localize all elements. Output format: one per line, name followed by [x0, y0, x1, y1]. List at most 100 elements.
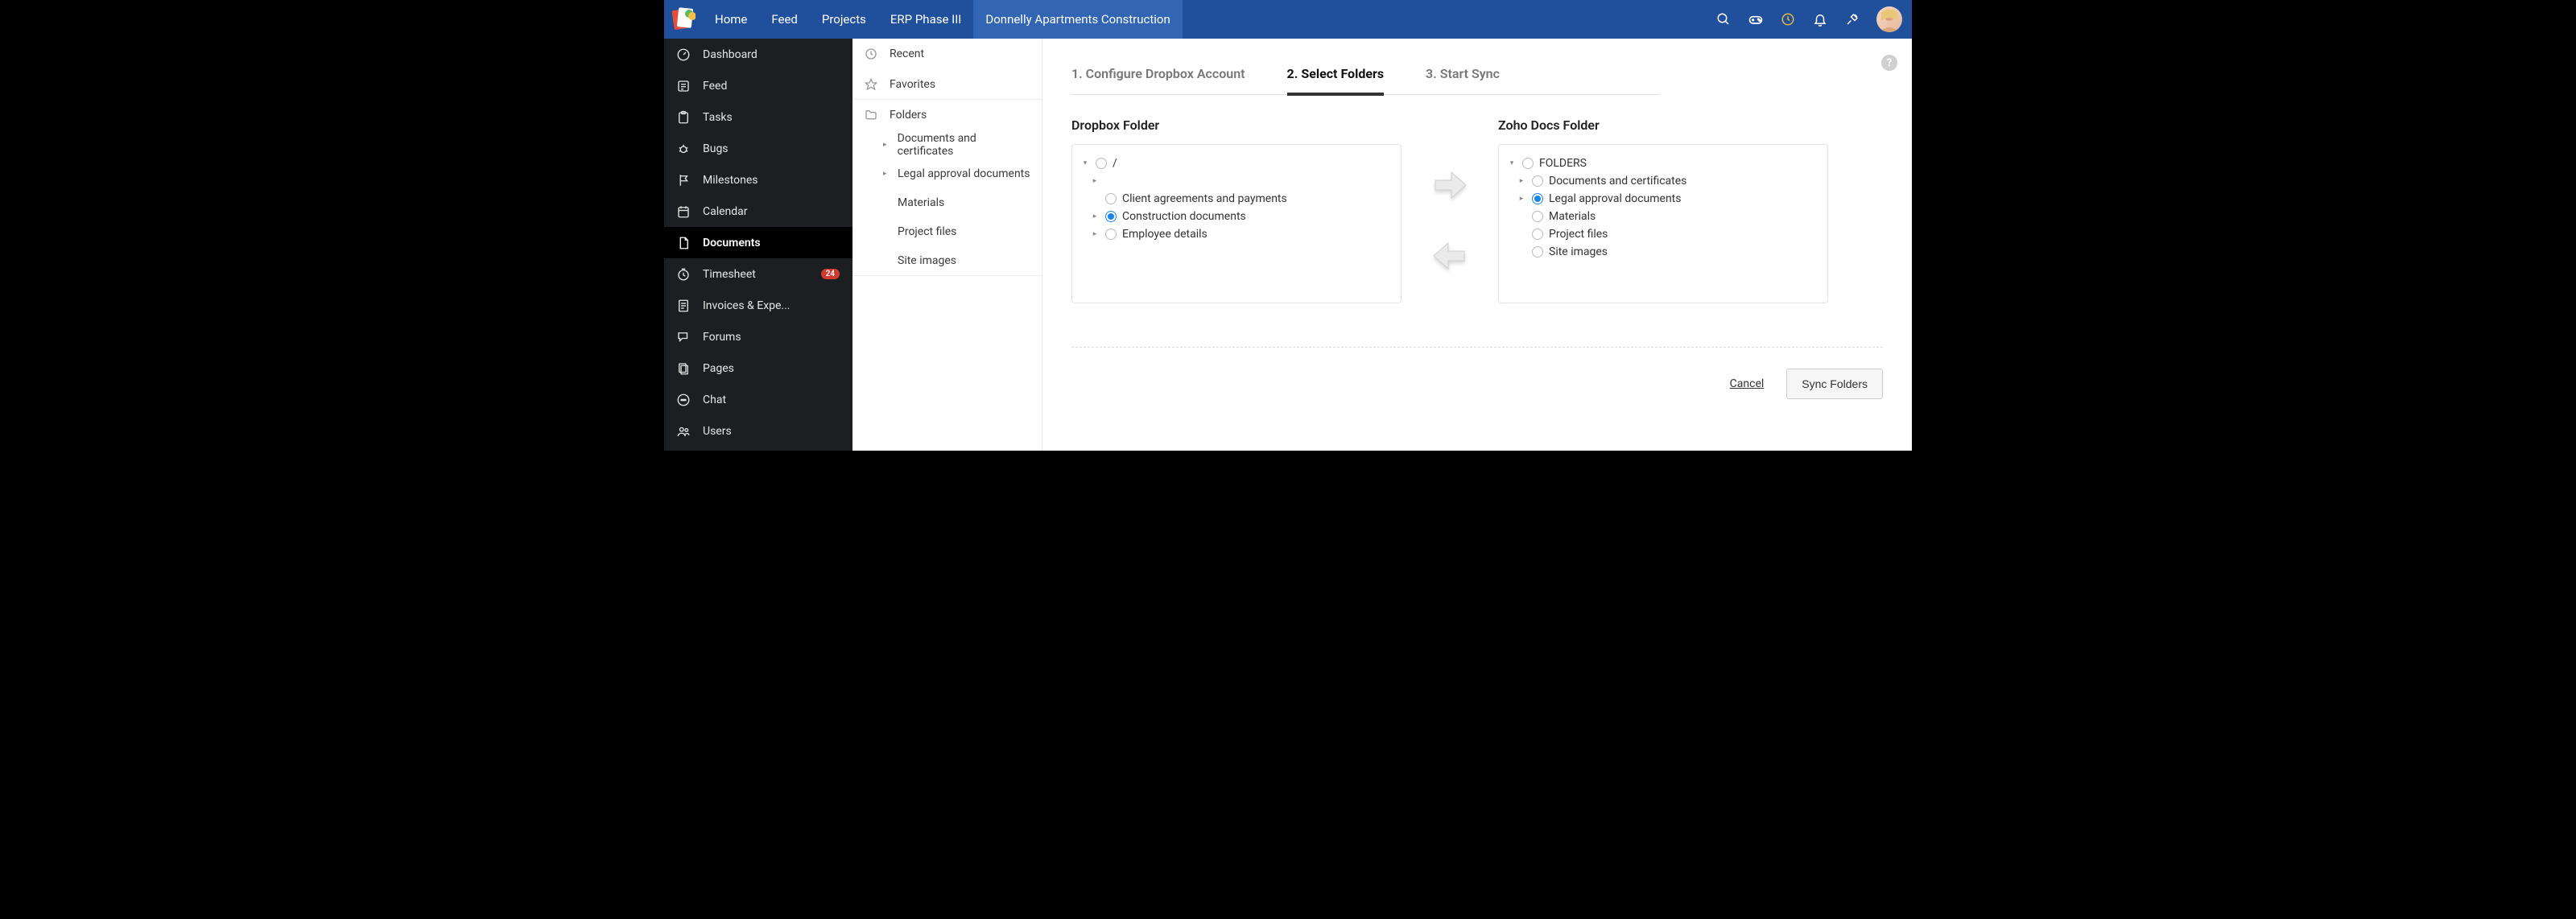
clock-icon [864, 47, 878, 61]
tree-item-label: Employee details [1122, 228, 1208, 241]
dashboard-icon [675, 47, 691, 63]
tree-root-label: / [1113, 157, 1117, 170]
gamepad-icon[interactable] [1748, 11, 1764, 27]
folder-item[interactable]: Materials [872, 188, 1042, 217]
radio[interactable] [1532, 229, 1543, 240]
sidebar-item-dashboard[interactable]: Dashboard [664, 39, 852, 70]
caret-icon: ▸ [1517, 195, 1526, 203]
sidebar-item-invoices[interactable]: Invoices & Expe... [664, 290, 852, 321]
caret-icon: ▸ [1090, 212, 1100, 220]
topnav: HomeFeedProjectsERP Phase IIIDonnelly Ap… [703, 0, 1183, 39]
tree-item-label: Legal approval documents [1549, 192, 1681, 205]
tree-item[interactable]: ▸ Construction documents [1080, 208, 1393, 225]
subnav: Recent Favorites Folders ▸Documents and … [852, 39, 1042, 451]
tree-item[interactable]: ▸ Documents and certificates [1507, 172, 1819, 190]
zoho-tree: ▾ FOLDERS ▸ Documents and certificates ▸ Le… [1498, 144, 1828, 303]
bugs-icon [675, 141, 691, 157]
sidebar-item-label: Users [703, 425, 732, 438]
sidebar-item-label: Tasks [703, 111, 733, 124]
folder-label: Legal approval documents [898, 167, 1030, 180]
clock-icon[interactable] [1780, 11, 1796, 27]
topnav-item[interactable]: Projects [810, 0, 878, 39]
sidebar-item-label: Pages [703, 362, 734, 375]
tree-item[interactable]: ▸Employee details [1080, 225, 1393, 243]
folder-item[interactable]: Site images [872, 246, 1042, 275]
topnav-item[interactable]: Feed [759, 0, 810, 39]
sidebar-item-label: Calendar [703, 205, 748, 218]
tree-item-label: Construction documents [1122, 210, 1246, 223]
folder-label: Materials [898, 196, 944, 209]
timesheet-icon [675, 266, 691, 282]
wizard-tab[interactable]: 2. Select Folders [1287, 66, 1385, 96]
sidebar-item-feed[interactable]: Feed [664, 70, 852, 101]
folder-item[interactable]: ▸Legal approval documents [872, 159, 1042, 188]
dropbox-panel: Dropbox Folder ▾ / ▸ Client agreements a… [1071, 117, 1402, 303]
sidebar-item-calendar[interactable]: Calendar [664, 196, 852, 227]
app-logo[interactable] [664, 0, 703, 39]
sidebar-item-bugs[interactable]: Bugs [664, 133, 852, 164]
folder-item[interactable]: Project files [872, 217, 1042, 246]
bell-icon[interactable] [1812, 11, 1828, 27]
topnav-item[interactable]: Donnelly Apartments Construction [973, 0, 1182, 39]
tree-item[interactable]: Client agreements and payments [1080, 190, 1393, 208]
avatar[interactable] [1876, 6, 1902, 32]
sidebar-item-label: Timesheet [703, 268, 756, 281]
wizard-tab[interactable]: 1. Configure Dropbox Account [1071, 66, 1245, 94]
search-icon[interactable] [1715, 11, 1732, 27]
help-icon[interactable]: ? [1881, 55, 1897, 71]
sidebar: Dashboard Feed Tasks BugsMilestones Calendar… [664, 39, 852, 451]
tree-empty-caret[interactable]: ▸ [1080, 172, 1393, 190]
tree-root[interactable]: ▾ FOLDERS [1507, 155, 1819, 172]
sidebar-item-label: Feed [703, 80, 727, 93]
tasks-icon [675, 109, 691, 126]
radio[interactable] [1532, 211, 1543, 222]
wizard-tabs: 1. Configure Dropbox Account 2. Select Fo… [1071, 66, 1659, 95]
radio[interactable] [1105, 193, 1117, 204]
tools-icon[interactable] [1844, 11, 1860, 27]
arrows [1402, 137, 1498, 303]
tree-item[interactable]: Site images [1507, 243, 1819, 261]
sidebar-item-forums[interactable]: Forums [664, 321, 852, 352]
radio[interactable] [1532, 175, 1543, 187]
tree-item[interactable]: ▸ Legal approval documents [1507, 190, 1819, 208]
topnav-item[interactable]: ERP Phase III [878, 0, 974, 39]
caret-icon: ▸ [1517, 177, 1526, 185]
arrow-left-icon[interactable] [1430, 237, 1469, 275]
sidebar-item-milestones[interactable]: Milestones [664, 164, 852, 196]
users-icon [675, 423, 691, 439]
sidebar-item-documents[interactable]: Documents [664, 227, 852, 258]
tree-item[interactable]: Materials [1507, 208, 1819, 225]
sidebar-item-pages[interactable]: Pages [664, 352, 852, 384]
folder-list: ▸Documents and certificates▸Legal approv… [852, 130, 1042, 276]
folder-label: Documents and certificates [898, 132, 1030, 158]
sync-button[interactable]: Sync Folders [1786, 369, 1883, 399]
tree-root[interactable]: ▾ / [1080, 155, 1393, 172]
caret-down-icon: ▾ [1507, 159, 1517, 167]
sidebar-item-chat[interactable]: Chat [664, 384, 852, 415]
radio[interactable] [1532, 193, 1543, 204]
subnav-favorites[interactable]: Favorites [852, 69, 1042, 100]
badge: 24 [821, 269, 840, 279]
radio[interactable] [1522, 158, 1534, 169]
radio[interactable] [1096, 158, 1107, 169]
feed-icon [675, 78, 691, 94]
folder-item[interactable]: ▸Documents and certificates [872, 130, 1042, 159]
subnav-folders-header[interactable]: Folders [852, 100, 1042, 130]
cancel-button[interactable]: Cancel [1730, 377, 1765, 390]
sidebar-item-tasks[interactable]: Tasks [664, 101, 852, 133]
sidebar-item-label: Documents [703, 237, 761, 249]
tree-item[interactable]: Project files [1507, 225, 1819, 243]
subnav-recent[interactable]: Recent [852, 39, 1042, 69]
topnav-item[interactable]: Home [703, 0, 759, 39]
radio[interactable] [1532, 246, 1543, 258]
arrow-right-icon[interactable] [1430, 166, 1469, 204]
tree-item-label: Documents and certificates [1549, 175, 1686, 188]
wizard-tab[interactable]: 3. Start Sync [1426, 66, 1500, 94]
documents-icon [675, 235, 691, 251]
sidebar-item-timesheet[interactable]: Timesheet 24 [664, 258, 852, 290]
calendar-icon [675, 204, 691, 220]
radio[interactable] [1105, 211, 1117, 222]
sidebar-item-label: Chat [703, 394, 726, 406]
radio[interactable] [1105, 229, 1117, 240]
sidebar-item-users[interactable]: Users [664, 415, 852, 447]
